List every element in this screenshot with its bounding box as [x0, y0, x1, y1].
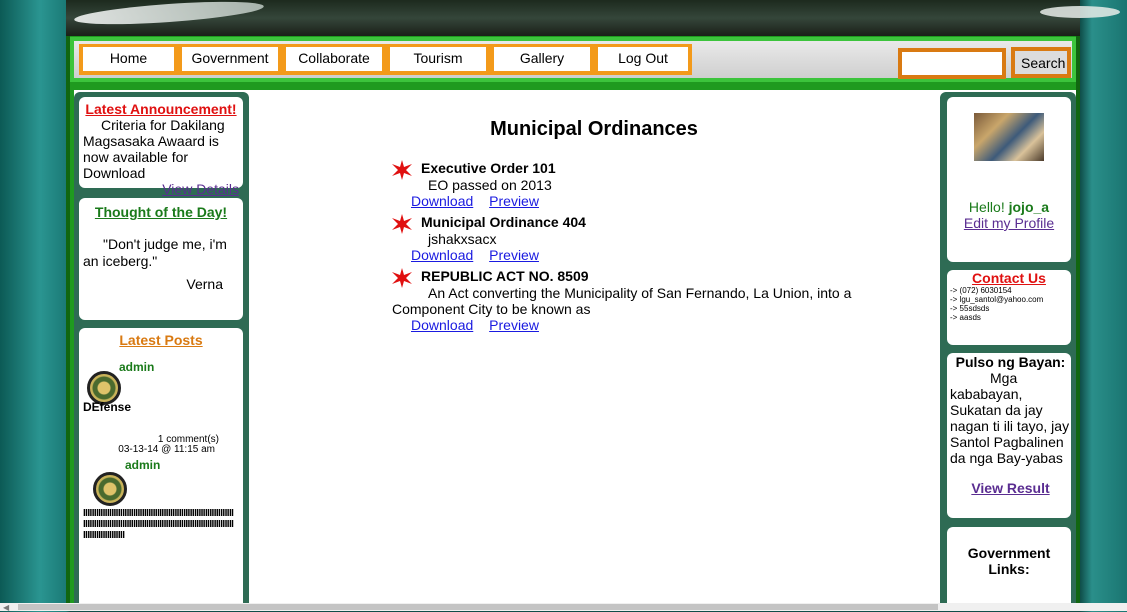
star-bullet-icon [392, 268, 412, 288]
page-title: Municipal Ordinances [490, 118, 698, 140]
ordinance-list: Executive Order 101 EO passed on 2013 Do… [392, 160, 852, 333]
nav-home[interactable]: Home [79, 44, 178, 75]
contact-panel: Contact Us -> (072) 6030154 -> lgu_santo… [947, 270, 1071, 345]
contact-line: -> 55sdsds [950, 304, 990, 313]
latest-posts-panel: Latest Posts admin DEfense 1 comment(s) … [79, 328, 243, 611]
edit-profile-link[interactable]: Edit my Profile [964, 215, 1054, 231]
thought-author: Verna [186, 276, 223, 292]
thought-title: Thought of the Day! [94, 204, 228, 220]
poll-title: Pulso ng Bayan: [955, 354, 1066, 370]
star-bullet-icon [392, 214, 412, 234]
ordinance-title: Executive Order 101 [421, 160, 556, 176]
search-button[interactable]: Search [1011, 47, 1071, 78]
download-link[interactable]: Download [411, 317, 473, 333]
navbar: Home Government Collaborate Tourism Gall… [70, 37, 1076, 82]
post-item[interactable]: admin IIIIIIIIIIIIIIIIIIIIIIIIIIIIIIIIII… [83, 458, 239, 604]
greeting-text: Hello! [968, 199, 1005, 215]
announcement-panel: Latest Announcement! Criteria for Dakila… [79, 97, 243, 197]
contact-line: -> lgu_santol@yahoo.com [950, 295, 1044, 304]
ordinance-desc: An Act converting the Municipality of Sa… [392, 285, 852, 317]
ordinance-title: REPUBLIC ACT NO. 8509 [421, 268, 589, 284]
ordinance-item: Municipal Ordinance 404 jshakxsacx Downl… [392, 214, 852, 263]
thought-panel: Thought of the Day! "Don't judge me, i'm… [79, 198, 243, 320]
ordinance-title: Municipal Ordinance 404 [421, 214, 586, 230]
gov-links-title: Government Links: [967, 545, 1051, 577]
post-text: IIIIIIIIIIIIIIIIIIIIIIIIIIIIIIIIIIIIIIII… [83, 508, 234, 541]
preview-link[interactable]: Preview [489, 317, 539, 333]
nav-government[interactable]: Government [178, 44, 282, 75]
avatar [93, 472, 127, 506]
gov-links-panel: Government Links: [947, 527, 1071, 611]
post-author: admin [125, 458, 161, 472]
ordinance-item: Executive Order 101 EO passed on 2013 Do… [392, 160, 852, 209]
poll-text: Mga kababayan, Sukatan da jay nagan ti i… [950, 370, 1070, 466]
nav-logout[interactable]: Log Out [594, 44, 692, 75]
download-link[interactable]: Download [411, 193, 473, 209]
ordinance-desc: EO passed on 2013 [428, 177, 552, 193]
post-text: DEfense [83, 400, 132, 414]
post-author: admin [119, 360, 155, 374]
username: jojo_a [1008, 199, 1050, 215]
contact-line: -> aasds [950, 313, 981, 322]
scrollbar-thumb[interactable] [18, 604, 938, 610]
profile-panel: Hello! jojo_a Edit my Profile [947, 97, 1071, 262]
preview-link[interactable]: Preview [489, 247, 539, 263]
download-link[interactable]: Download [411, 247, 473, 263]
latest-posts-title: Latest Posts [119, 332, 203, 348]
banner-decoration [1040, 6, 1120, 18]
banner-decoration [73, 0, 265, 29]
nav-tourism[interactable]: Tourism [386, 44, 490, 75]
preview-link[interactable]: Preview [489, 193, 539, 209]
main-area: Latest Announcement! Criteria for Dakila… [74, 90, 1076, 611]
contact-line: -> (072) 6030154 [950, 286, 1012, 295]
view-details-link[interactable]: View Details [162, 181, 239, 197]
horizontal-scrollbar[interactable]: ◀ [0, 603, 1127, 612]
announcement-title: Latest Announcement! [85, 101, 237, 117]
header-banner [66, 0, 1120, 36]
star-bullet-icon [392, 160, 412, 180]
profile-photo[interactable] [974, 113, 1044, 161]
profile-greeting: Hello! jojo_a [947, 199, 1071, 215]
ordinance-desc: jshakxsacx [428, 231, 497, 247]
post-date: 03-13-14 @ 11:15 am [118, 444, 215, 455]
announcement-text: Criteria for Dakilang Magsasaka Awaard i… [83, 117, 225, 181]
search-input[interactable] [898, 48, 1006, 79]
view-result-link[interactable]: View Result [971, 480, 1049, 496]
nav-collaborate[interactable]: Collaborate [282, 44, 386, 75]
contact-title: Contact Us [972, 270, 1046, 286]
nav-gallery[interactable]: Gallery [490, 44, 594, 75]
post-item[interactable]: admin DEfense 1 comment(s) 03-13-14 @ 11… [83, 356, 239, 464]
ordinance-item: REPUBLIC ACT NO. 8509 An Act converting … [392, 268, 852, 333]
thought-quote: "Don't judge me, i'm an iceberg." [83, 236, 227, 269]
poll-panel: Pulso ng Bayan: Mga kababayan, Sukatan d… [947, 353, 1071, 518]
